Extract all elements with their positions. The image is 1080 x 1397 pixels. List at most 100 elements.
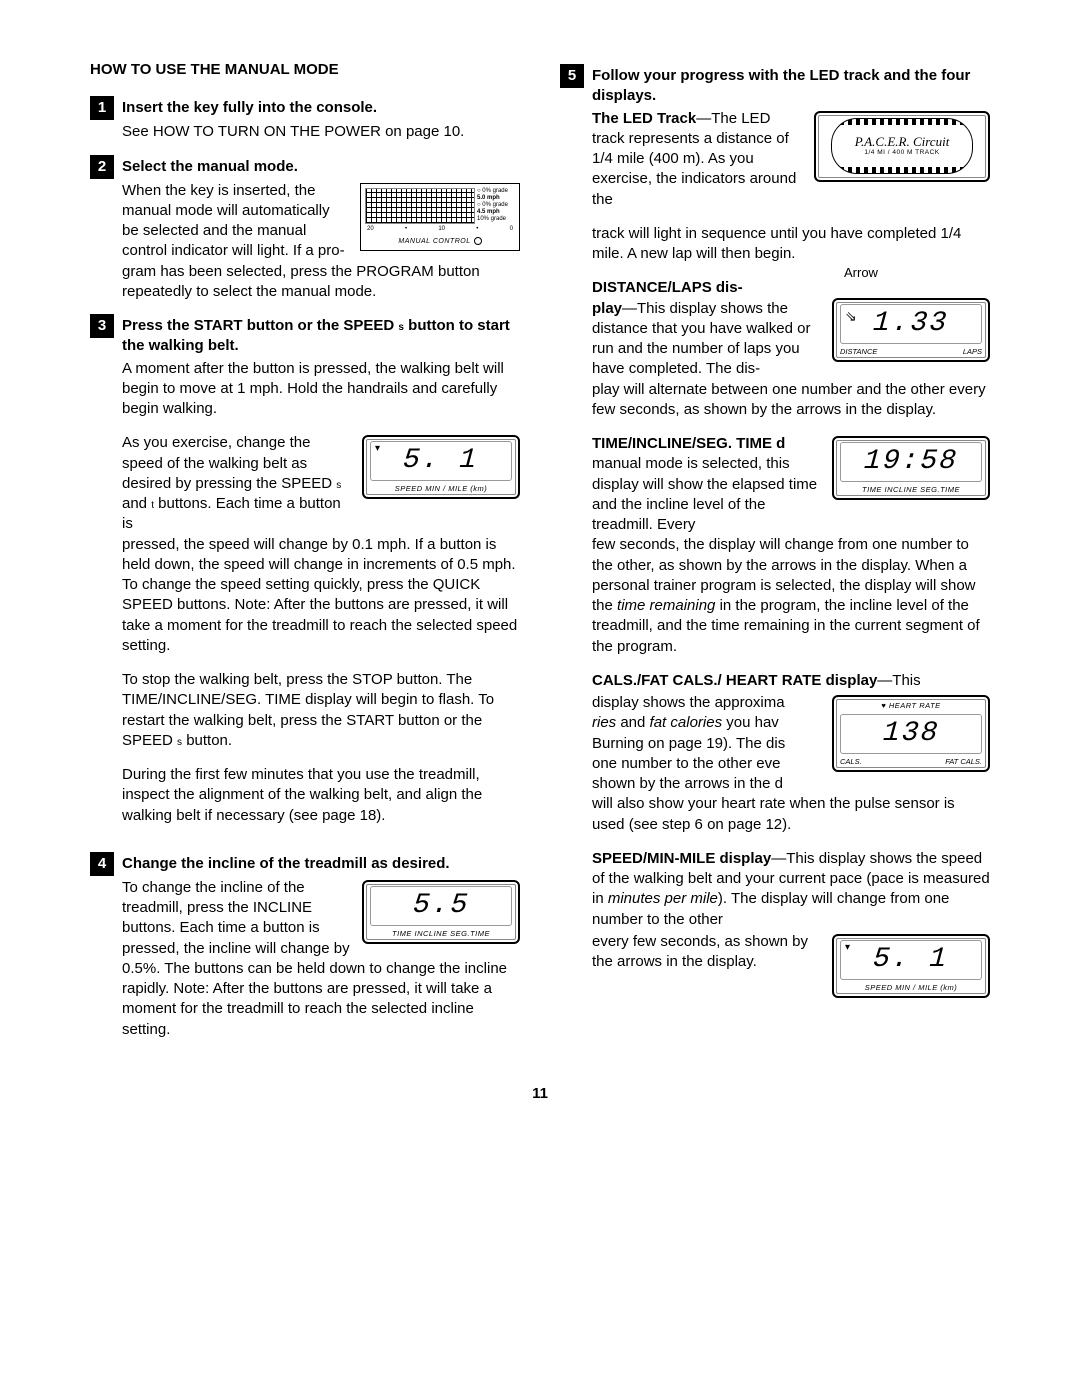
panel-side-1a: 0% grade	[482, 188, 508, 194]
heartrate-lcd-top: ♥ HEART RATE	[881, 701, 940, 710]
page-columns: HOW TO USE THE MANUAL MODE 1 Insert the …	[90, 60, 990, 1054]
step-number-5: 5	[560, 64, 584, 88]
manual-control-led-icon	[474, 237, 482, 245]
heartrate-lcd: ♥ HEART RATE 138 CALS. FAT CALS.	[832, 695, 990, 772]
led-track-p1b: track will light in sequence until you h…	[592, 225, 961, 262]
left-column: HOW TO USE THE MANUAL MODE 1 Insert the …	[90, 60, 520, 1054]
speed-para: SPEED/MIN-MILE display—This display show…	[592, 849, 990, 930]
manual-control-label: MANUAL CONTROL	[398, 238, 470, 245]
step-2-title: Select the manual mode.	[122, 157, 298, 177]
program-chart-side: ○ 0% grade 5.0 mph ○ 0% grade 4.5 mph 10…	[475, 188, 515, 224]
heartrate-lcd-value: 138	[881, 715, 940, 753]
cals-p1b: will also show your heart rate when the …	[592, 795, 955, 832]
speed-lcd-value: 5. 1	[402, 442, 480, 480]
speed-lcd: ▾ 5. 1 SPEED MIN / MILE (km)	[362, 435, 520, 499]
distance-lcd-wrap: Arrow ⇘ 1.33 DISTANCE LAPS	[832, 280, 990, 362]
distance-bold2: play	[592, 300, 622, 317]
cals-lead: CALS./FAT CALS./ HEART RATE display—This	[592, 671, 990, 691]
cals-p1a-a: display shows the approxima	[592, 694, 785, 711]
speed-lcd-caption: SPEED MIN / MILE (km)	[370, 484, 512, 494]
arrow-icon: ⇘	[845, 309, 857, 323]
incline-lcd-caption: TIME INCLINE SEG.TIME	[370, 929, 512, 939]
cals-p1a-c: Burning on page 19). The dis	[592, 735, 785, 752]
panel-b2: •	[405, 225, 407, 233]
speed-s-glyph-2: s	[336, 480, 341, 491]
program-chart-icon	[365, 188, 475, 224]
step-number-3: 3	[90, 314, 114, 338]
step-3-p2mid: and	[122, 495, 151, 512]
panel-b3: 10	[438, 225, 445, 233]
panel-side-1b: 5.0 mph	[477, 195, 500, 201]
step-3-title-a: Press the START button or the SPEED	[122, 317, 398, 334]
panel-b1: 20	[367, 225, 374, 233]
step-2-p1b: gram has been selected, press the PROGRA…	[122, 263, 480, 300]
speed2-lcd-caption: SPEED MIN / MILE (km)	[840, 983, 982, 993]
cals-cap-r: FAT CALS.	[945, 757, 982, 767]
cals-p1a-e: shown by the arrows in the d	[592, 775, 783, 792]
step-1-body: See HOW TO TURN ON THE POWER on page 10.	[122, 122, 520, 142]
step-3-p1: A moment after the button is pressed, th…	[122, 359, 520, 420]
step-number-4: 4	[90, 852, 114, 876]
time-lcd-value: 19:58	[863, 443, 960, 481]
cals-i2: fat calories	[650, 714, 723, 731]
lcd-arrow-icon-2: ▾	[845, 943, 850, 953]
time-bold: TIME/INCLINE/SEG. TIME d	[592, 435, 785, 452]
distance-cap-l: DISTANCE	[840, 347, 877, 357]
arrow-callout-label: Arrow	[844, 264, 878, 282]
step-4: 4 Change the incline of the treadmill as…	[90, 854, 520, 1040]
step-2-p1a: When the key is inserted, the manual mod…	[122, 182, 345, 260]
led-track-bold: The LED Track	[592, 110, 696, 127]
distance-lcd-value: 1.33	[872, 305, 950, 343]
step-number-1: 1	[90, 96, 114, 120]
panel-side-2b: 4.5 mph	[477, 209, 500, 215]
cals-bold: CALS./FAT CALS./ HEART RATE display	[592, 672, 877, 689]
incline-lcd: 5.5 TIME INCLINE SEG.TIME	[362, 880, 520, 944]
speed2-lcd: ▾ 5. 1 SPEED MIN / MILE (km)	[832, 934, 990, 998]
cals-i1: ries	[592, 714, 616, 731]
step-3-title: Press the START button or the SPEED s bu…	[122, 316, 520, 357]
speed-bold: SPEED/MIN-MILE display	[592, 850, 771, 867]
manual-control-panel: ○ 0% grade 5.0 mph ○ 0% grade 4.5 mph 10…	[360, 183, 520, 252]
step-5-title: Follow your progress with the LED track …	[592, 66, 990, 107]
incline-lcd-value: 5.5	[411, 887, 470, 925]
cals-lead-text: —This	[877, 672, 920, 689]
cals-cap-l: CALS.	[840, 757, 862, 767]
step-2: 2 Select the manual mode. ○ 0% grade 5.0…	[90, 157, 520, 303]
panel-side-2a: 0% grade	[482, 202, 508, 208]
cals-p1a-d: one number to the other eve	[592, 755, 780, 772]
distance-p1a: —This display shows the distance that yo…	[592, 300, 810, 378]
step-3-p4: During the first few minutes that you us…	[122, 765, 520, 826]
panel-side-3: 10% grade	[477, 216, 506, 222]
step-3: 3 Press the START button or the SPEED s …	[90, 316, 520, 840]
right-column: 5 Follow your progress with the LED trac…	[560, 60, 990, 1054]
step-3-p2a: As you exercise, change the speed of the…	[122, 434, 336, 492]
section-title: HOW TO USE THE MANUAL MODE	[90, 60, 520, 80]
time-lcd: 19:58 TIME INCLINE SEG.TIME	[832, 436, 990, 500]
track-title: P.A.C.E.R. Circuit	[855, 135, 950, 149]
step-4-p1a: To change the incline of the treadmill, …	[122, 879, 350, 977]
distance-cap-r: LAPS	[963, 347, 982, 357]
panel-b5: 0	[510, 225, 513, 233]
speed2-lcd-value: 5. 1	[872, 941, 950, 979]
step-1-title: Insert the key fully into the console.	[122, 98, 377, 118]
time-p1b-i: time remaining	[617, 597, 715, 614]
distance-p1b: play will alternate between one number a…	[592, 381, 986, 418]
step-3-p2b: buttons. Each time a button is	[122, 495, 341, 532]
distance-lcd: ⇘ 1.33 DISTANCE LAPS	[832, 298, 990, 362]
step-number-2: 2	[90, 155, 114, 179]
lcd-arrow-icon: ▾	[375, 444, 380, 454]
cals-p1a-b: you hav	[722, 714, 779, 731]
step-1: 1 Insert the key fully into the console.…	[90, 98, 520, 142]
time-lcd-caption: TIME INCLINE SEG.TIME	[840, 485, 982, 495]
led-track-illustration: P.A.C.E.R. Circuit 1/4 MI / 400 M TRACK	[814, 111, 990, 182]
track-subtitle: 1/4 MI / 400 M TRACK	[855, 149, 950, 156]
speed-p1a-i: minutes per mile	[608, 890, 718, 907]
distance-bold: DISTANCE/LAPS dis-	[592, 279, 743, 296]
step-3-p3: To stop the walking belt, press the STOP…	[122, 670, 520, 751]
step-4-title: Change the incline of the treadmill as d…	[122, 854, 450, 874]
panel-b4: •	[476, 225, 478, 233]
time-p1a: manual mode is selected, this display wi…	[592, 455, 817, 533]
speed-p1b: every few seconds, as shown by the arrow…	[592, 933, 808, 970]
step-3-p2c: pressed, the speed will change by 0.1 mp…	[122, 536, 517, 654]
step-5: 5 Follow your progress with the LED trac…	[560, 66, 990, 1002]
